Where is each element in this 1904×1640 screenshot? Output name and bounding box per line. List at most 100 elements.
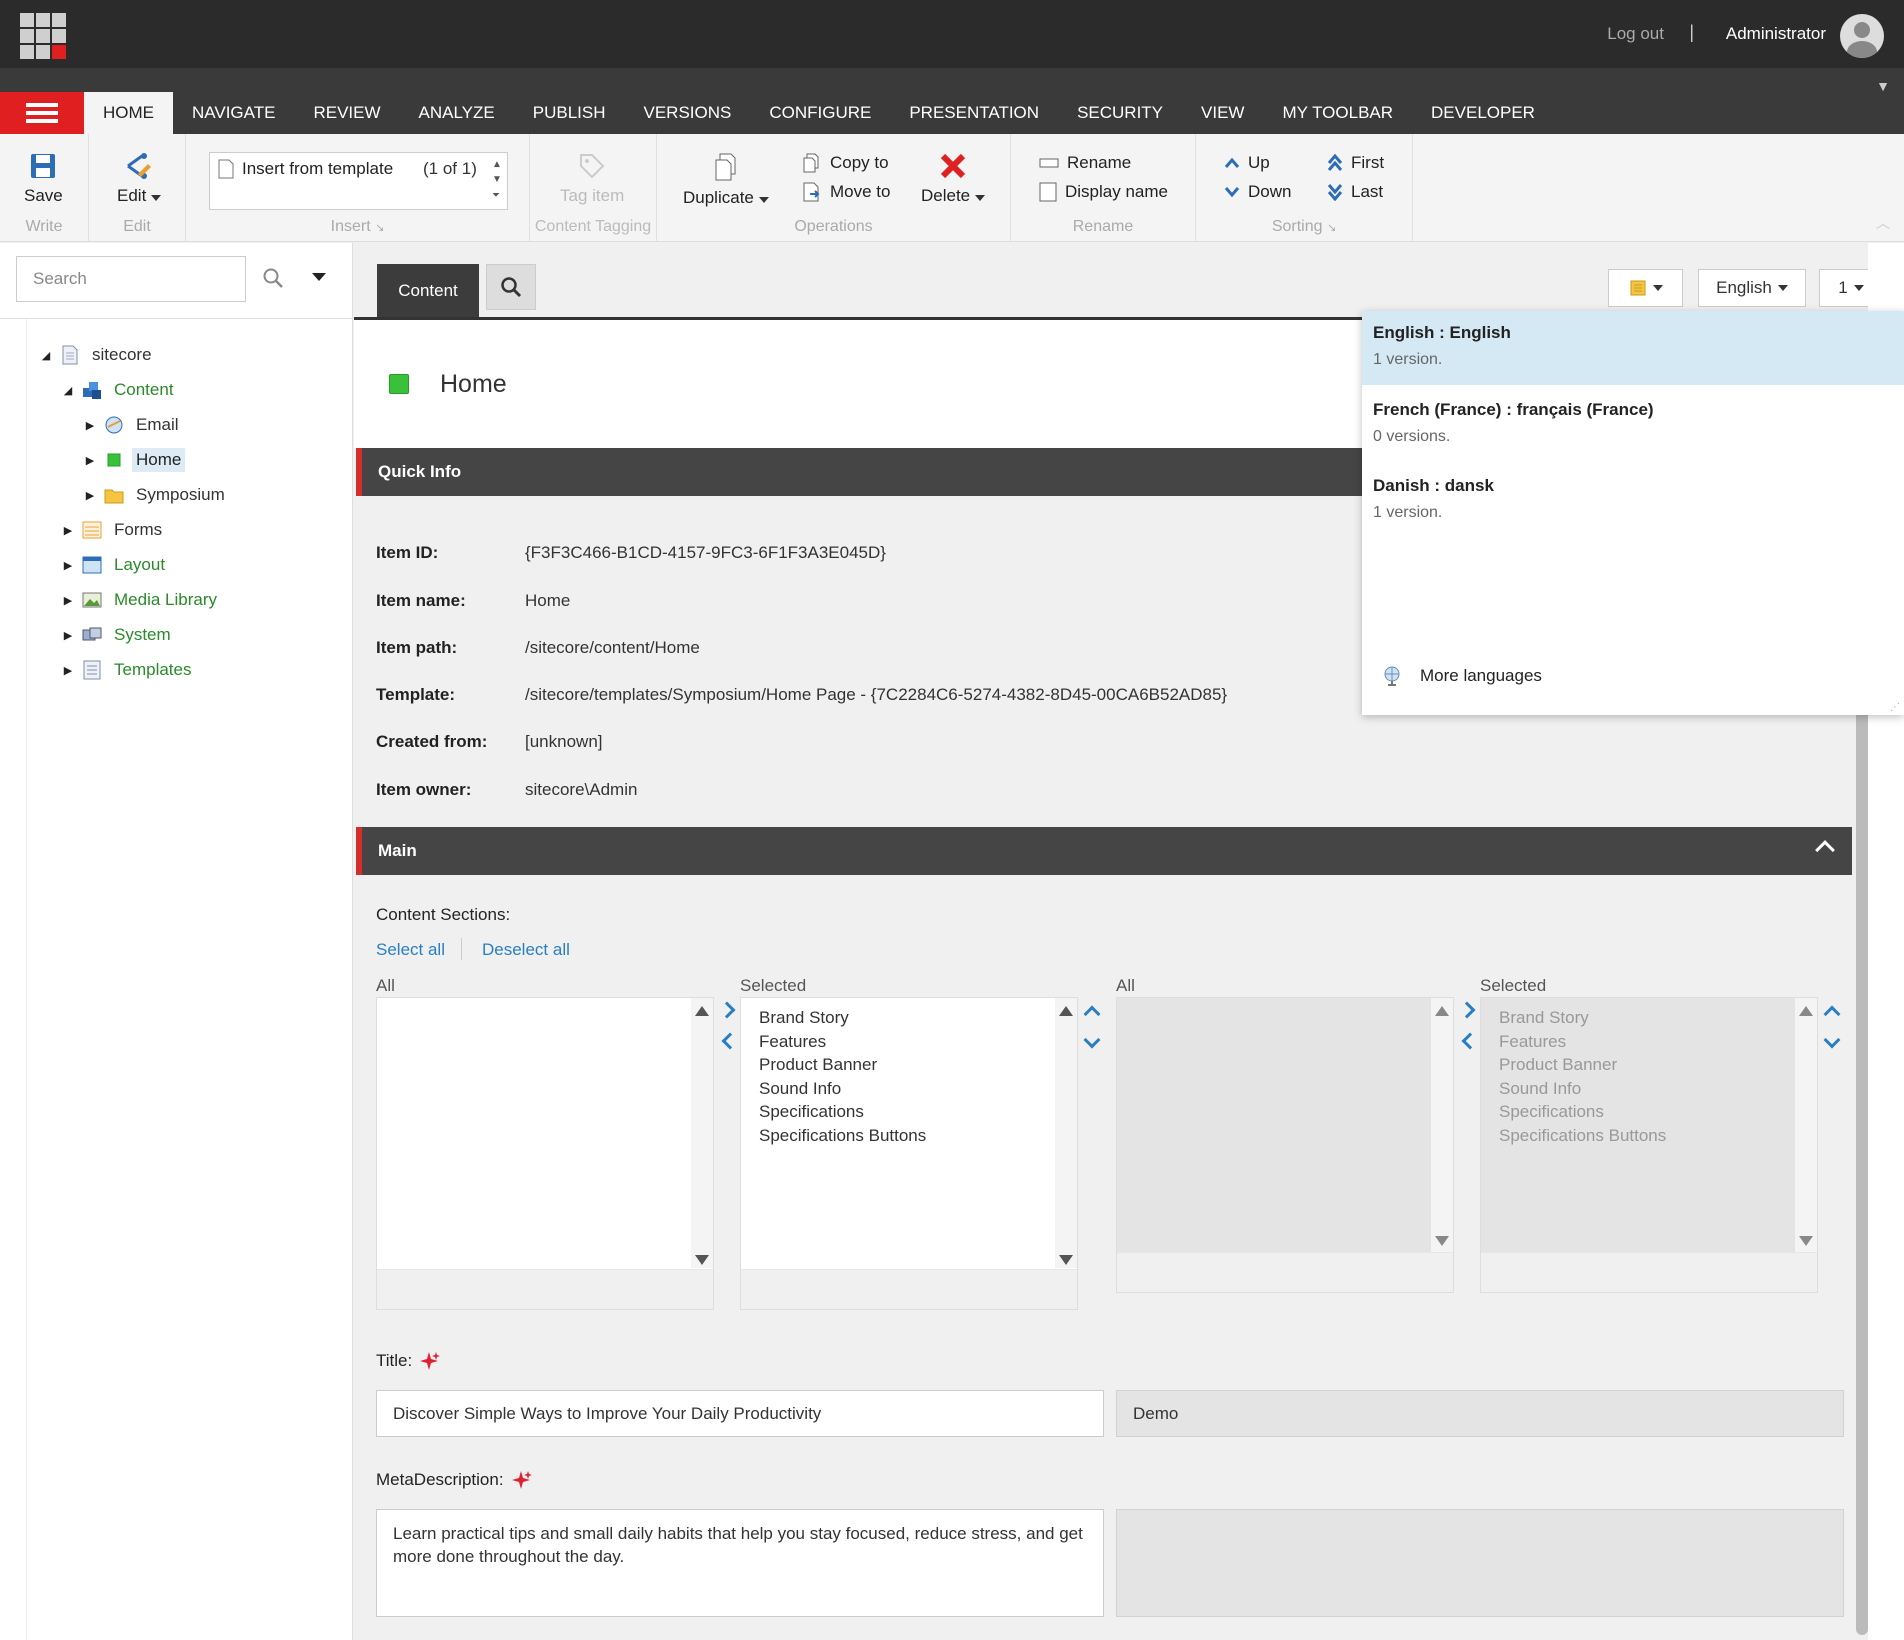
insert-scroller[interactable]: ▲ ▼ ⏷ (489, 153, 507, 209)
move-to-button[interactable]: Move to (802, 182, 890, 202)
notepad-icon (1630, 280, 1645, 296)
expand-icon[interactable]: ▶ (62, 524, 74, 537)
sort-first-button[interactable]: First (1327, 153, 1384, 173)
meta-description-field-label: MetaDescription: (376, 1470, 532, 1490)
deselect-all-link[interactable]: Deselect all (482, 940, 570, 960)
rename-button[interactable]: Rename (1039, 153, 1131, 173)
more-languages-button[interactable]: More languages (1382, 665, 1542, 687)
search-tab[interactable] (486, 264, 536, 310)
expand-icon[interactable]: ▶ (62, 664, 74, 677)
list-item[interactable]: Features (759, 1030, 926, 1054)
list-item[interactable]: Specifications Buttons (759, 1124, 926, 1148)
tab-configure[interactable]: CONFIGURE (750, 92, 890, 134)
double-chevron-down-icon (1327, 184, 1343, 201)
collapse-ribbon-icon[interactable]: ︿ (1876, 213, 1890, 233)
scrollbar[interactable] (691, 998, 713, 1268)
tab-review[interactable]: REVIEW (294, 92, 399, 134)
avatar[interactable] (1840, 14, 1884, 58)
expand-icon[interactable]: ▶ (62, 559, 74, 572)
menu-icon[interactable] (0, 92, 84, 134)
move-right-icon[interactable] (718, 1001, 736, 1019)
edit-button[interactable]: Edit (117, 152, 162, 206)
title-input[interactable]: Discover Simple Ways to Improve Your Dai… (376, 1390, 1104, 1437)
chevron-up-icon[interactable] (1815, 840, 1835, 860)
sort-last-button[interactable]: Last (1327, 182, 1383, 202)
tree-node-media-library[interactable]: ▶ Media Library (62, 585, 221, 615)
insert-from-template-button[interactable]: Insert from template (218, 159, 393, 179)
expand-icon[interactable]: ▶ (84, 419, 96, 432)
sitecore-logo-icon[interactable] (20, 13, 66, 59)
tree-node-content[interactable]: ◢ Content (62, 375, 178, 405)
move-up-icon[interactable] (1083, 1005, 1101, 1023)
ai-sparkle-icon[interactable] (420, 1351, 441, 1371)
sort-down-button[interactable]: Down (1224, 182, 1291, 202)
expand-icon[interactable]: ▶ (84, 489, 96, 502)
move-left-icon[interactable] (721, 1032, 739, 1050)
copy-to-button[interactable]: Copy to (802, 153, 889, 173)
language-dropdown[interactable]: English (1698, 269, 1806, 307)
tab-analyze[interactable]: ANALYZE (400, 92, 514, 134)
language-option-english[interactable]: English : English 1 version. (1362, 311, 1904, 385)
search-options-dropdown-icon[interactable] (312, 273, 326, 281)
search-input[interactable] (16, 256, 246, 302)
tab-developer[interactable]: DEVELOPER (1412, 92, 1554, 134)
language-option-french[interactable]: French (France) : français (France) 0 ve… (1362, 388, 1904, 462)
tab-home[interactable]: HOME (84, 92, 173, 134)
tree-node-email[interactable]: ▶ Email (84, 410, 183, 440)
selected-sections-list[interactable]: Brand Story Features Product Banner Soun… (740, 997, 1078, 1310)
created-from-label: Created from: (376, 732, 488, 751)
tree-node-sitecore[interactable]: ◢ sitecore (40, 340, 156, 370)
tree-node-symposium[interactable]: ▶ Symposium (84, 480, 229, 510)
expand-icon[interactable]: ▶ (84, 454, 96, 467)
tree-node-layout[interactable]: ▶ Layout (62, 550, 169, 580)
tab-publish[interactable]: PUBLISH (514, 92, 625, 134)
selected-items: Brand Story Features Product Banner Soun… (759, 1006, 926, 1147)
scrollbar[interactable] (1055, 998, 1077, 1268)
resize-grip-icon[interactable]: ⋰ (1890, 702, 1900, 713)
list-item[interactable]: Brand Story (759, 1006, 926, 1030)
search-icon[interactable] (262, 267, 284, 289)
duplicate-icon (715, 153, 736, 181)
all-sections-list[interactable] (376, 997, 714, 1310)
editor-scrollbar[interactable] (1856, 710, 1868, 1635)
list-item[interactable]: Product Banner (759, 1053, 926, 1077)
delete-button[interactable]: Delete (921, 152, 985, 206)
sort-up-button[interactable]: Up (1224, 153, 1270, 173)
tab-versions[interactable]: VERSIONS (624, 92, 750, 134)
tree-node-home[interactable]: ▶ Home (84, 445, 186, 475)
ai-sparkle-icon[interactable] (511, 1470, 532, 1490)
expand-icon[interactable]: ▶ (62, 594, 74, 607)
language-option-danish[interactable]: Danish : dansk 1 version. (1362, 464, 1904, 538)
save-button[interactable]: Save (24, 152, 63, 206)
user-name[interactable]: Administrator (1726, 24, 1826, 44)
tab-presentation[interactable]: PRESENTATION (890, 92, 1058, 134)
logout-link[interactable]: Log out (1607, 24, 1664, 44)
tab-navigate[interactable]: NAVIGATE (173, 92, 294, 134)
collapse-icon[interactable]: ◢ (62, 384, 74, 397)
expand-icon[interactable]: ▶ (62, 629, 74, 642)
collapse-icon[interactable]: ◢ (40, 349, 52, 362)
display-name-button[interactable]: Display name (1039, 182, 1168, 202)
list-item[interactable]: Specifications (759, 1100, 926, 1124)
workflow-dropdown[interactable] (1608, 269, 1683, 307)
tree-node-templates[interactable]: ▶ Templates (62, 655, 195, 685)
tab-my-toolbar[interactable]: MY TOOLBAR (1263, 92, 1412, 134)
tree-node-system[interactable]: ▶ System (62, 620, 175, 650)
tag-item-button[interactable]: Tag item (560, 152, 624, 206)
move-down-icon[interactable] (1083, 1031, 1101, 1049)
duplicate-button[interactable]: Duplicate (683, 152, 769, 208)
list-item[interactable]: Sound Info (759, 1077, 926, 1101)
tab-content[interactable]: Content (377, 264, 479, 318)
home-node-icon (104, 450, 124, 470)
write-group-label: Write (25, 218, 63, 235)
main-section-header[interactable]: Main (356, 827, 1852, 875)
meta-description-textarea[interactable]: Learn practical tips and small daily hab… (376, 1509, 1104, 1617)
list-item: Specifications Buttons (1499, 1125, 1667, 1145)
select-all-link[interactable]: Select all (376, 940, 445, 960)
tree-node-forms[interactable]: ▶ Forms (62, 515, 166, 545)
tab-security[interactable]: SECURITY (1058, 92, 1182, 134)
insert-list[interactable]: Insert from template (1 of 1) ▲ ▼ ⏷ (209, 152, 508, 210)
tab-view[interactable]: VIEW (1182, 92, 1263, 134)
all-list-label: All (376, 976, 395, 995)
chevron-down-icon[interactable]: ▼ (1876, 78, 1890, 94)
